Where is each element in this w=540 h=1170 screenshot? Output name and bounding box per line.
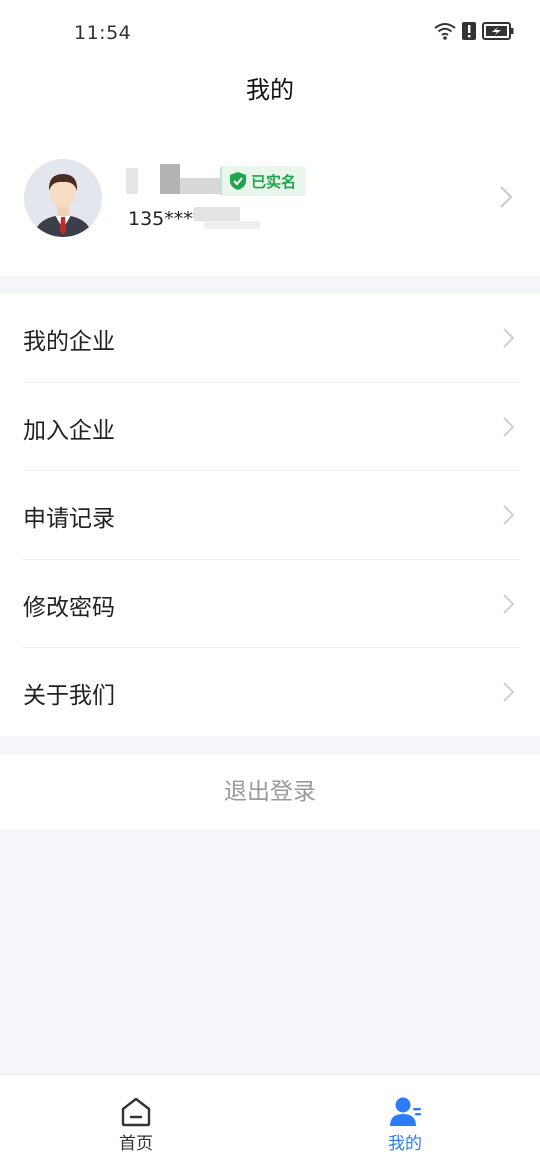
chevron-right-icon — [500, 186, 512, 208]
verified-badge: 已实名 — [220, 166, 307, 196]
menu-item-change-password[interactable]: 修改密码 — [23, 560, 520, 648]
user-icon — [390, 1097, 421, 1126]
menu-list: 我的企业 加入企业 申请记录 修改密码 关于我们 — [0, 294, 540, 736]
menu-item-label: 加入企业 — [23, 417, 115, 444]
avatar-person-icon — [24, 159, 102, 237]
logout-button[interactable]: 退出登录 — [0, 754, 540, 830]
wifi-icon — [434, 23, 456, 40]
chevron-right-icon — [503, 505, 514, 525]
menu-item-label: 关于我们 — [23, 683, 115, 709]
verified-label: 已实名 — [251, 172, 297, 191]
menu-item-application-records[interactable]: 申请记录 — [23, 471, 520, 560]
status-icons — [434, 22, 514, 40]
status-time: 11:54 — [74, 22, 132, 44]
menu-item-about-us[interactable]: 关于我们 — [23, 648, 520, 737]
menu-item-my-company[interactable]: 我的企业 — [23, 294, 520, 383]
home-icon — [121, 1097, 151, 1127]
chevron-right-icon — [503, 328, 514, 348]
phone-number: 135**** — [128, 208, 203, 230]
profile-page: 11:54 我的 已实名 135**** 我的企业 加入企业 申请记录 修改密码… — [0, 0, 540, 1170]
chevron-right-icon — [503, 593, 514, 614]
menu-item-join-company[interactable]: 加入企业 — [23, 383, 520, 471]
shield-check-icon — [230, 172, 246, 190]
top-section: 11:54 我的 已实名 135**** — [0, 0, 540, 276]
chevron-right-icon — [503, 416, 514, 437]
phone-masked-lower — [204, 221, 260, 229]
profile-card[interactable]: 已实名 135**** — [0, 150, 540, 250]
bottom-tab-bar: 首页 我的 — [0, 1074, 540, 1170]
menu-item-label: 修改密码 — [23, 594, 115, 621]
menu-item-label: 我的企业 — [23, 329, 115, 355]
tab-label: 我的 — [388, 1134, 422, 1154]
phone-masked — [194, 207, 240, 221]
status-bar: 11:54 — [0, 0, 540, 68]
name-masked — [126, 164, 222, 194]
tab-mine[interactable]: 我的 — [355, 1097, 455, 1154]
tab-label: 首页 — [119, 1134, 153, 1154]
chevron-right-icon — [503, 682, 514, 702]
avatar[interactable] — [24, 159, 102, 237]
battery-charging-icon — [482, 22, 514, 40]
alert-icon — [462, 22, 476, 40]
page-title: 我的 — [246, 76, 294, 104]
menu-item-label: 申请记录 — [23, 506, 115, 532]
tab-home[interactable]: 首页 — [86, 1097, 186, 1154]
